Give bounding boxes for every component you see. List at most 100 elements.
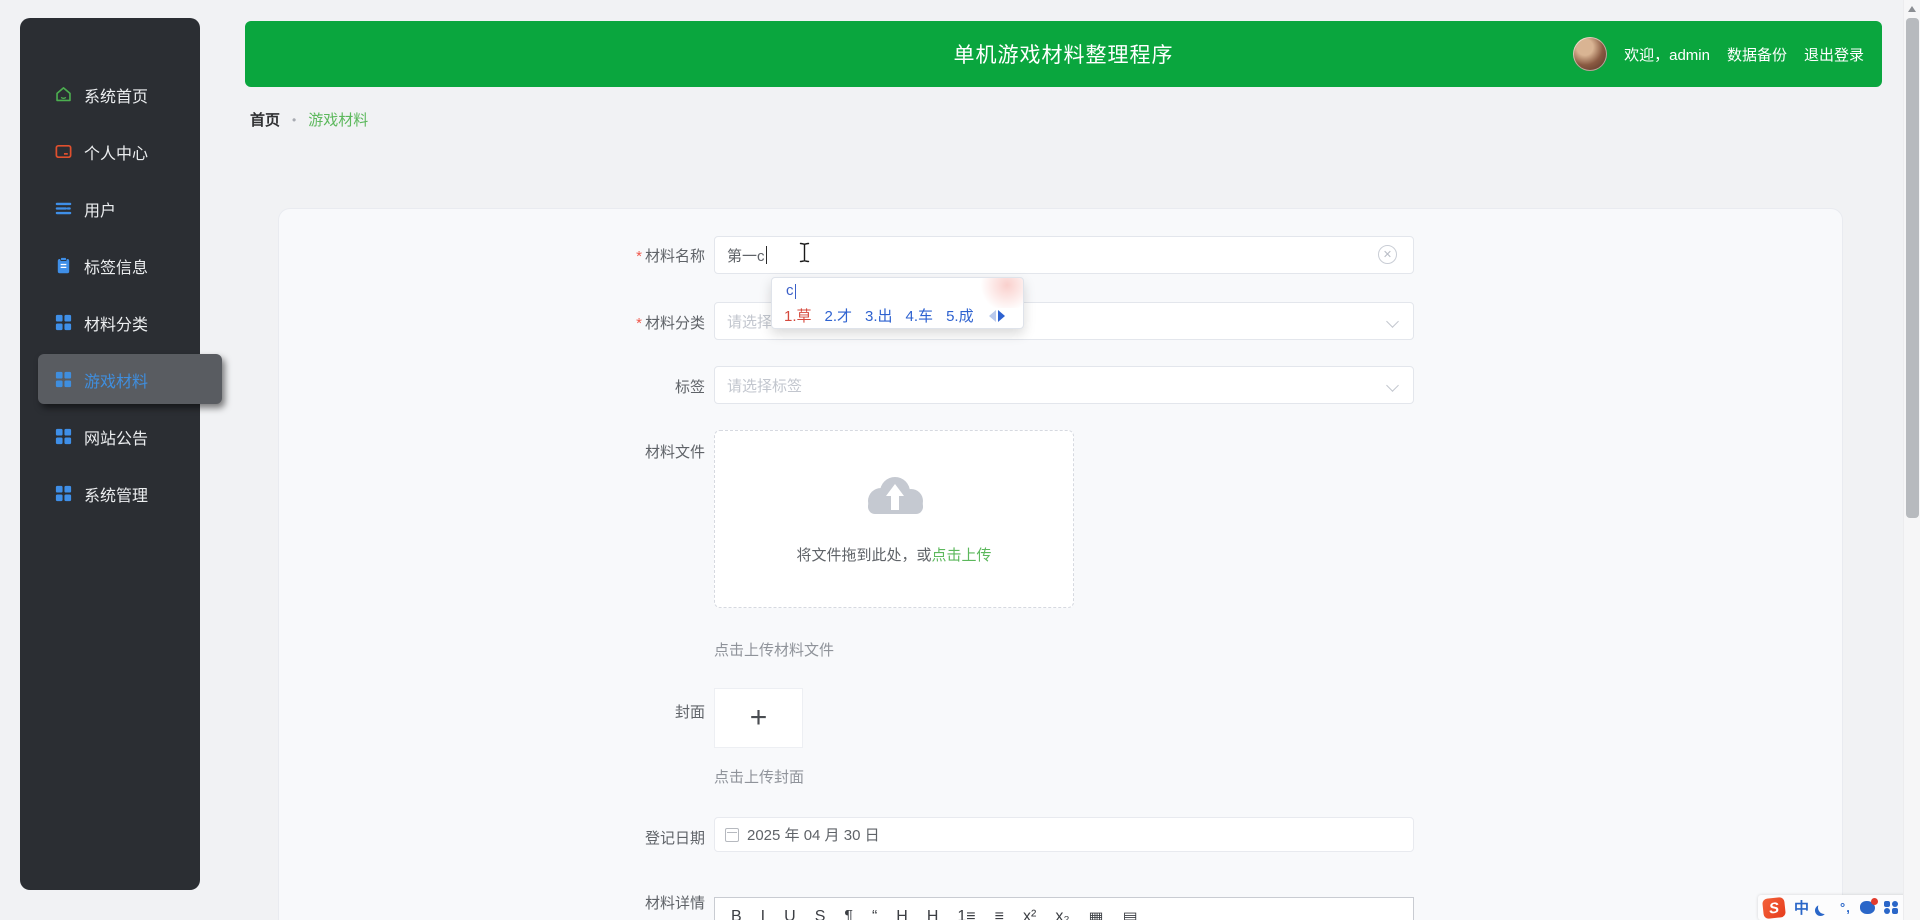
welcome-text: 欢迎，admin bbox=[1624, 46, 1710, 64]
sidebar-item-label: 材料分类 bbox=[84, 316, 149, 334]
clear-icon[interactable]: ✕ bbox=[1378, 245, 1397, 264]
sidebar-item-label: 系统首页 bbox=[84, 88, 149, 106]
italic-icon[interactable]: I bbox=[761, 908, 765, 920]
ordered-list-icon[interactable]: 1≡ bbox=[957, 908, 975, 920]
ime-status-bar: S 中 °, bbox=[1758, 895, 1920, 920]
material-name-label: * 材料名称 bbox=[636, 248, 705, 265]
text-cursor-icon bbox=[799, 242, 810, 263]
text-caret bbox=[765, 246, 767, 264]
required-asterisk: * bbox=[636, 315, 642, 332]
sidebar-menu: 系统首页 个人中心 用户 标签信息 材料分类 游戏材料 网站公告 系统管理 bbox=[20, 18, 222, 522]
ime-candidate[interactable]: 5.成 bbox=[946, 305, 974, 326]
sidebar-item-profile[interactable]: 个人中心 bbox=[20, 123, 200, 180]
ime-composition: c bbox=[786, 282, 796, 299]
drag-text: 将文件拖到此处，或 bbox=[796, 547, 932, 564]
page-prev-icon[interactable] bbox=[988, 309, 996, 322]
data-backup-link[interactable]: 数据备份 bbox=[1727, 44, 1787, 65]
material-category-label: * 材料分类 bbox=[636, 315, 705, 332]
sidebar-item-tags[interactable]: 标签信息 bbox=[20, 237, 200, 294]
heading2-icon[interactable]: H bbox=[927, 908, 939, 920]
logout-link[interactable]: 退出登录 bbox=[1804, 44, 1864, 65]
paragraph-icon[interactable]: ¶ bbox=[844, 908, 853, 920]
page-next-icon[interactable] bbox=[997, 309, 1005, 322]
cover-label: 封面 bbox=[674, 704, 705, 721]
heading1-icon[interactable]: H bbox=[896, 908, 908, 920]
scrollbar-up-arrow-icon[interactable] bbox=[1908, 6, 1916, 12]
sidebar-item-label: 标签信息 bbox=[84, 259, 149, 277]
grid-icon bbox=[55, 371, 72, 388]
plus-icon: + bbox=[749, 701, 768, 734]
sidebar-item-label: 用户 bbox=[84, 202, 117, 220]
breadcrumb-separator: • bbox=[292, 112, 297, 127]
sidebar-item-material-category[interactable]: 材料分类 bbox=[20, 294, 200, 351]
calendar-icon bbox=[725, 827, 739, 842]
tags-select[interactable]: 请选择标签 bbox=[714, 366, 1414, 404]
sidebar-item-game-materials[interactable]: 游戏材料 bbox=[20, 351, 222, 408]
material-details-label: 材料详情 bbox=[644, 895, 705, 912]
ime-page-arrows bbox=[988, 309, 1005, 322]
scrollbar-thumb[interactable] bbox=[1906, 18, 1919, 518]
ime-candidate[interactable]: 4.车 bbox=[906, 305, 934, 326]
tags-label: 标签 bbox=[674, 379, 705, 396]
header-bar: 单机游戏材料整理程序 欢迎，admin 数据备份 退出登录 bbox=[245, 21, 1882, 87]
table-icon[interactable]: ▦ bbox=[1089, 908, 1104, 920]
quote-icon[interactable]: “ bbox=[872, 908, 877, 920]
ime-candidate-list: 1.草 2.才 3.出 4.车 5.成 bbox=[784, 305, 1005, 326]
sogou-logo-icon[interactable]: S bbox=[1762, 896, 1786, 919]
register-date-input[interactable]: 2025 年 04 月 30 日 bbox=[714, 817, 1414, 852]
sidebar-item-system-admin[interactable]: 系统管理 bbox=[20, 465, 200, 522]
upload-instruction: 将文件拖到此处，或点击上传 bbox=[715, 544, 1073, 565]
grid-icon bbox=[55, 428, 72, 445]
chevron-down-icon bbox=[1386, 379, 1399, 392]
sogou-dog-icon[interactable] bbox=[1859, 898, 1878, 914]
bold-icon[interactable]: B bbox=[731, 908, 742, 920]
clipboard-icon bbox=[57, 257, 70, 274]
required-asterisk: * bbox=[636, 248, 642, 265]
sidebar-item-announcements[interactable]: 网站公告 bbox=[20, 408, 200, 465]
scrollbar-track[interactable] bbox=[1903, 0, 1920, 920]
ime-candidate[interactable]: 3.出 bbox=[865, 305, 893, 326]
toolbox-grid-icon[interactable] bbox=[1883, 901, 1898, 914]
header-right-cluster: 欢迎，admin 数据备份 退出登录 bbox=[1573, 21, 1864, 87]
subscript-icon[interactable]: x₂ bbox=[1055, 908, 1069, 920]
breadcrumb: 首页 • 游戏材料 bbox=[250, 109, 368, 130]
cover-upload-box[interactable]: + bbox=[714, 688, 803, 748]
sidebar-item-users[interactable]: 用户 bbox=[20, 180, 200, 237]
material-name-input[interactable]: 第一c bbox=[714, 236, 1414, 274]
details-editor[interactable]: B I U S ¶ “ H H 1≡ ≡ x² x₂ ▦ ▤ bbox=[714, 897, 1414, 920]
punctuation-icon[interactable]: °, bbox=[1840, 900, 1851, 915]
breadcrumb-home[interactable]: 首页 bbox=[250, 109, 280, 130]
list-icon bbox=[55, 202, 72, 215]
editor-toolbar: B I U S ¶ “ H H 1≡ ≡ x² x₂ ▦ ▤ bbox=[715, 898, 1413, 920]
upload-dropzone[interactable]: 将文件拖到此处，或点击上传 bbox=[714, 430, 1074, 608]
ime-candidate[interactable]: 2.才 bbox=[825, 305, 853, 326]
superscript-icon[interactable]: x² bbox=[1023, 908, 1036, 920]
sidebar-item-label: 个人中心 bbox=[84, 145, 149, 163]
sidebar-item-system-home[interactable]: 系统首页 bbox=[20, 66, 200, 123]
ime-candidate[interactable]: 1.草 bbox=[784, 305, 812, 326]
tags-placeholder: 请选择标签 bbox=[727, 377, 803, 395]
material-name-value: 第一c bbox=[727, 247, 765, 265]
id-card-icon bbox=[55, 144, 72, 159]
bullet-list-icon[interactable]: ≡ bbox=[995, 908, 1004, 920]
chinese-mode-icon[interactable]: 中 bbox=[1794, 897, 1809, 918]
register-date-value: 2025 年 04 月 30 日 bbox=[747, 827, 880, 844]
sidebar: 系统首页 个人中心 用户 标签信息 材料分类 游戏材料 网站公告 系统管理 bbox=[20, 18, 222, 890]
upload-cloud-icon bbox=[868, 477, 923, 514]
grid-icon bbox=[55, 485, 72, 502]
register-date-label: 登记日期 bbox=[644, 830, 705, 847]
click-upload-link[interactable]: 点击上传 bbox=[932, 547, 992, 564]
home-icon bbox=[56, 87, 71, 102]
breadcrumb-current[interactable]: 游戏材料 bbox=[308, 109, 368, 130]
chevron-down-icon bbox=[1386, 315, 1399, 328]
material-file-label: 材料文件 bbox=[644, 444, 705, 461]
image-icon[interactable]: ▤ bbox=[1123, 908, 1138, 920]
underline-icon[interactable]: U bbox=[784, 908, 796, 920]
sidebar-item-label: 游戏材料 bbox=[84, 373, 149, 391]
halfwidth-moon-icon[interactable] bbox=[1818, 901, 1831, 914]
strike-icon[interactable]: S bbox=[815, 908, 826, 920]
avatar[interactable] bbox=[1573, 37, 1608, 71]
material-file-hint: 点击上传材料文件 bbox=[714, 642, 835, 659]
ime-caret bbox=[794, 283, 796, 299]
cover-hint: 点击上传封面 bbox=[714, 769, 805, 786]
